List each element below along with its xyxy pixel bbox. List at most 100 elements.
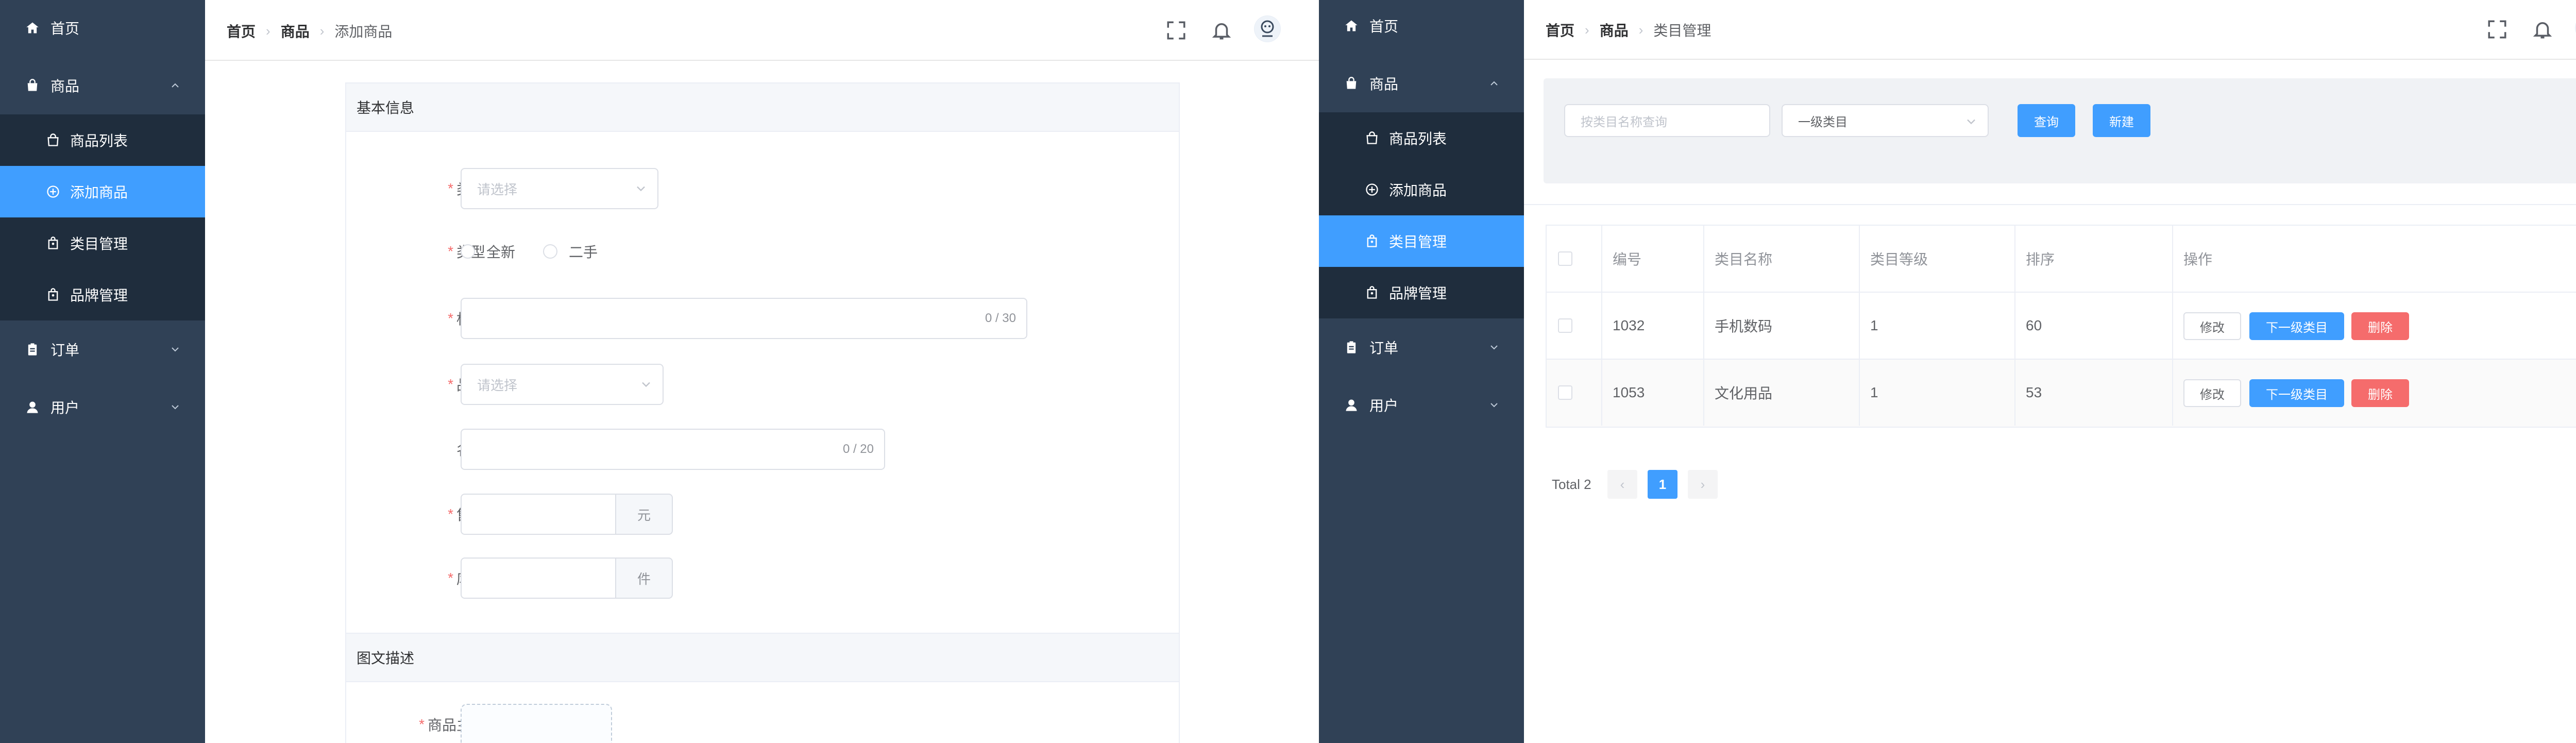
form-row-name: 名称 0 / 20: [346, 429, 1181, 470]
edit-button[interactable]: 修改: [2183, 312, 2241, 340]
create-button[interactable]: 新建: [2093, 104, 2150, 137]
select-all-checkbox[interactable]: [1558, 251, 1572, 266]
breadcrumb: 首页 › 商品 › 添加商品: [227, 21, 392, 41]
category-select[interactable]: 请选择: [461, 168, 658, 209]
cell-actions: 修改 下一级类目 删除: [2173, 360, 2576, 426]
sidebar-item-orders[interactable]: 订单: [0, 324, 205, 375]
fullscreen-icon[interactable]: [1165, 20, 1187, 41]
char-counter: 0 / 30: [985, 311, 1016, 325]
goods-submenu: 商品列表 添加商品 类目管理 品牌管理: [1319, 112, 1524, 318]
sidebar-item-label: 商品列表: [1389, 131, 1447, 147]
form-row-brand: *品牌 请选择: [346, 364, 1181, 405]
top-header: 首页 › 商品 › 类目管理: [1524, 0, 2576, 60]
sidebar-item-category[interactable]: 类目管理: [1319, 215, 1524, 267]
header-level: 类目等级: [1860, 226, 2015, 292]
form-row-main-image: * 商品主图: [346, 704, 1181, 743]
sidebar-item-home[interactable]: 首页: [0, 2, 205, 54]
sidebar-item-label: 类目管理: [1389, 234, 1447, 250]
sidebar-item-label: 添加商品: [1389, 182, 1447, 198]
name-input[interactable]: 0 / 20: [461, 429, 885, 470]
sidebar-item-goods[interactable]: 商品: [1319, 58, 1524, 109]
sub-category-button[interactable]: 下一级类目: [2249, 379, 2344, 407]
cell-level: 1: [1860, 293, 2015, 359]
home-icon: [1344, 18, 1359, 33]
delete-button[interactable]: 删除: [2351, 312, 2409, 340]
cell-id: 1032: [1602, 293, 1704, 359]
sidebar: 首页 商品 商品列表 添加商品 类目管理 品牌管理 订单 用户: [0, 0, 205, 743]
breadcrumb-separator-icon: ›: [1638, 22, 1643, 38]
row-checkbox[interactable]: [1558, 318, 1572, 333]
chevron-down-icon: [1967, 119, 1975, 125]
header-actions: 操作: [2183, 251, 2213, 267]
sidebar-item-label: 用户: [50, 400, 80, 416]
clipboard-icon: [25, 342, 40, 357]
tag-bag-icon: [45, 287, 61, 302]
cell-id: 1053: [1602, 360, 1704, 426]
sidebar-item-add-goods[interactable]: 添加商品: [1319, 164, 1524, 215]
stock-input[interactable]: [461, 558, 616, 599]
query-button[interactable]: 查询: [2018, 104, 2075, 137]
bell-icon[interactable]: [1211, 20, 1232, 41]
add-goods-page: 首页 商品 商品列表 添加商品 类目管理 品牌管理 订单 用户 首页 › 商品 …: [0, 0, 1319, 743]
chevron-up-icon: [1490, 81, 1498, 86]
chevron-down-icon: [637, 186, 645, 192]
cell-level: 1: [1860, 360, 2015, 426]
breadcrumb-separator-icon: ›: [1585, 22, 1589, 38]
sidebar-item-users[interactable]: 用户: [1319, 379, 1524, 431]
chevron-up-icon: [172, 83, 179, 88]
fullscreen-icon[interactable]: [2486, 19, 2508, 40]
breadcrumb-home[interactable]: 首页: [227, 21, 256, 41]
page-1-button[interactable]: 1: [1648, 470, 1677, 499]
section-title: 基本信息: [346, 83, 1179, 132]
edit-button[interactable]: 修改: [2183, 379, 2241, 407]
price-input[interactable]: [461, 494, 616, 535]
breadcrumb-goods[interactable]: 商品: [281, 21, 310, 41]
cell-actions: 修改 下一级类目 删除: [2173, 293, 2576, 359]
breadcrumb-separator-icon: ›: [266, 23, 270, 39]
sidebar-item-label: 商品列表: [70, 133, 128, 149]
pagination-total: Total 2: [1552, 476, 1591, 492]
home-icon: [25, 20, 40, 36]
char-counter: 0 / 20: [842, 442, 874, 456]
form-row-category: *类目 请选择: [346, 168, 1181, 209]
sidebar-item-orders[interactable]: 订单: [1319, 322, 1524, 373]
sidebar-item-add-goods[interactable]: 添加商品: [0, 166, 205, 217]
sidebar-item-brand[interactable]: 品牌管理: [0, 269, 205, 320]
breadcrumb-current: 类目管理: [1653, 23, 1711, 39]
category-search-input[interactable]: 按类目名称查询: [1564, 104, 1770, 137]
delete-button[interactable]: 删除: [2351, 379, 2409, 407]
shopping-bag-icon: [1344, 76, 1359, 91]
header-id: 编号: [1602, 226, 1704, 292]
title-input[interactable]: 0 / 30: [461, 298, 1027, 339]
tag-bag-icon: [45, 235, 61, 251]
main-image-upload[interactable]: [461, 704, 612, 743]
radio-new[interactable]: 全新: [461, 231, 515, 272]
sidebar-item-label: 品牌管理: [70, 288, 128, 303]
breadcrumb-current: 添加商品: [334, 24, 393, 40]
prev-page-button[interactable]: ‹: [1607, 470, 1637, 499]
radio-used[interactable]: 二手: [543, 231, 598, 272]
avatar[interactable]: [1254, 15, 1281, 42]
sidebar-item-users[interactable]: 用户: [0, 381, 205, 433]
sidebar-item-category[interactable]: 类目管理: [0, 217, 205, 269]
sidebar-item-goods-list[interactable]: 商品列表: [1319, 112, 1524, 164]
row-checkbox[interactable]: [1558, 385, 1572, 400]
sidebar-item-home[interactable]: 首页: [1319, 0, 1524, 52]
next-page-button[interactable]: ›: [1688, 470, 1718, 499]
sidebar-item-goods-list[interactable]: 商品列表: [0, 114, 205, 166]
header-checkbox-cell: [1547, 226, 1602, 292]
bell-icon[interactable]: [2532, 19, 2553, 40]
brand-select[interactable]: 请选择: [461, 364, 664, 405]
tag-bag-icon: [1364, 233, 1380, 249]
sidebar-item-goods[interactable]: 商品: [0, 60, 205, 111]
sidebar-item-label: 商品: [1369, 76, 1399, 92]
sidebar-item-brand[interactable]: 品牌管理: [1319, 267, 1524, 318]
breadcrumb-home[interactable]: 首页: [1546, 20, 1574, 40]
category-level-select[interactable]: 一级类目: [1782, 104, 1989, 137]
tag-bag-icon: [1364, 285, 1380, 300]
filter-panel: 按类目名称查询 一级类目 查询 新建: [1544, 78, 2576, 183]
top-header: 首页 › 商品 › 添加商品: [205, 0, 1319, 61]
sub-category-button[interactable]: 下一级类目: [2249, 312, 2344, 340]
breadcrumb-goods[interactable]: 商品: [1600, 20, 1629, 40]
cell-sort: 60: [2015, 293, 2173, 359]
